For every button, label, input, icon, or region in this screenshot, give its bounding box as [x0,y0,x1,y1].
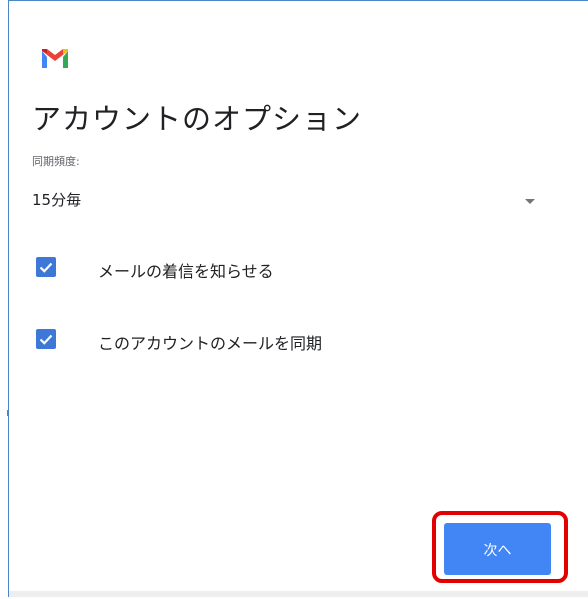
notify-new-mail-option[interactable]: メールの着信を知らせる [28,248,548,288]
notify-new-mail-checkbox[interactable] [36,257,56,277]
page-title: アカウントのオプション [32,102,363,136]
gmail-logo-icon [42,49,68,68]
notify-new-mail-label: メールの着信を知らせる [98,262,274,281]
dropdown-arrow-icon [525,199,535,204]
sync-frequency-label: 同期頻度: [32,155,80,168]
setup-dialog [8,0,588,597]
bottom-strip [9,591,588,597]
frame-edge-mark [7,410,9,416]
sync-account-mail-option[interactable]: このアカウントのメールを同期 [28,320,548,360]
check-icon [39,262,53,273]
sync-account-mail-checkbox[interactable] [36,329,56,349]
sync-frequency-dropdown[interactable] [30,180,550,220]
check-icon [39,334,53,345]
sync-frequency-value: 15分毎 [32,191,82,209]
sync-account-mail-label: このアカウントのメールを同期 [98,334,323,353]
next-button[interactable]: 次へ [444,523,551,575]
